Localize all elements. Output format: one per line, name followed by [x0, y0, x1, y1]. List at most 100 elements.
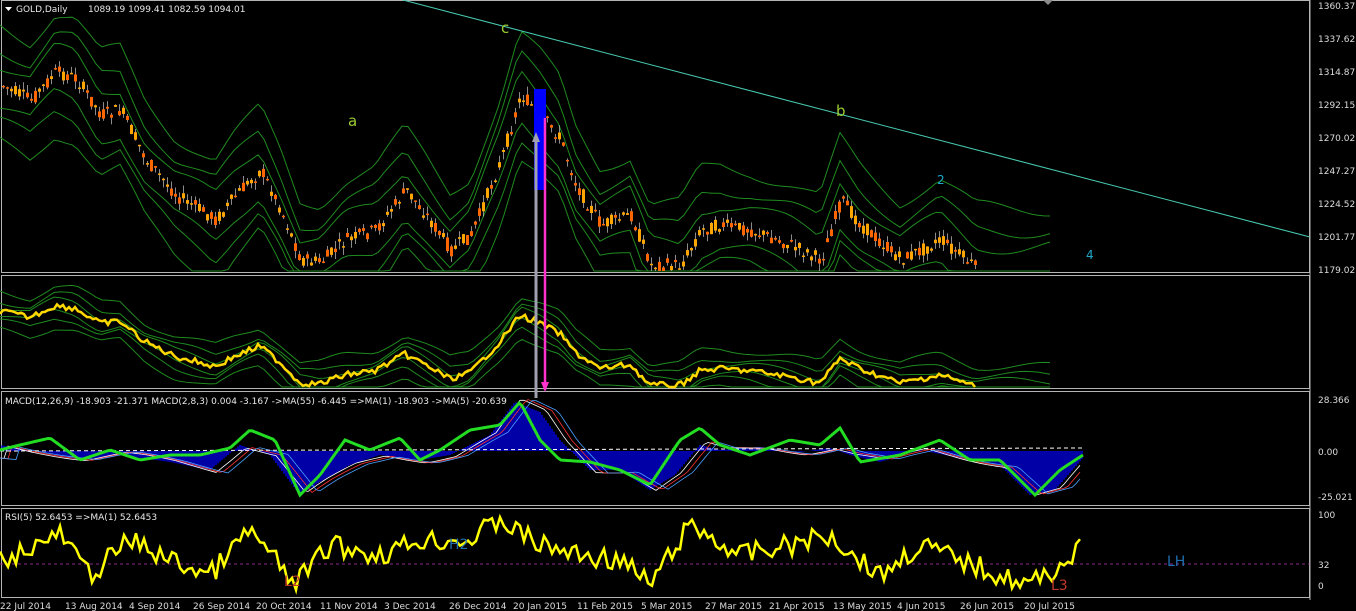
price-tick: 1247.27 — [1318, 167, 1355, 177]
candle-body — [822, 258, 825, 261]
triangle-down-icon[interactable] — [5, 7, 12, 11]
candle-body — [290, 233, 293, 237]
candle-body — [26, 92, 29, 98]
candle-body — [118, 111, 121, 116]
date-tick: 26 Dec 2014 — [449, 602, 507, 611]
rsi-panel-frame — [1, 508, 1310, 598]
candle-body — [602, 223, 605, 226]
candle-body — [214, 216, 217, 226]
candle-body — [82, 81, 85, 90]
candle-body — [826, 238, 829, 243]
candle-body — [562, 142, 565, 146]
envelope-band — [0, 88, 1050, 272]
date-tick: 20 Jan 2015 — [513, 602, 567, 611]
candle-body — [862, 225, 865, 234]
candle-body — [66, 74, 69, 81]
price-tick: 1337.62 — [1318, 35, 1355, 45]
candle-body — [58, 66, 61, 72]
date-tick: 11 Feb 2015 — [577, 602, 633, 611]
candle-body — [706, 231, 709, 235]
candle-body — [10, 88, 13, 92]
macd-tick: 0.00 — [1318, 448, 1338, 458]
wave-label-b: b — [836, 102, 846, 120]
candle-body — [130, 124, 133, 135]
price-axis[interactable]: 1360.37 1337.62 1314.87 1292.15 1270.02 … — [1309, 0, 1355, 600]
date-axis[interactable]: 22 Jul 2014 13 Aug 2014 4 Sep 2014 26 Se… — [0, 602, 1075, 611]
candle-body — [422, 215, 425, 218]
candle-body — [690, 248, 693, 251]
candle-body — [342, 246, 345, 248]
candle-body — [858, 223, 861, 228]
macd-tick: 28.366 — [1318, 396, 1350, 406]
candle-body — [442, 233, 445, 238]
candle-body — [370, 225, 373, 228]
candle-body — [166, 184, 169, 187]
candle-body — [502, 149, 505, 152]
candle-body — [970, 259, 973, 262]
candle-body — [446, 237, 449, 252]
date-tick: 11 Nov 2014 — [320, 602, 378, 611]
candle-body — [546, 116, 549, 118]
candle-body — [258, 170, 261, 177]
candle-body — [698, 230, 701, 236]
candle-body — [746, 228, 749, 233]
candle-body — [338, 239, 341, 242]
candle-body — [726, 219, 729, 223]
candle-body — [326, 249, 329, 257]
candle-body — [626, 213, 629, 215]
candle-body — [786, 244, 789, 249]
candle-body — [146, 163, 149, 165]
chart-header: GOLD,Daily 1089.19 1099.41 1082.59 1094.… — [5, 5, 245, 15]
ohlc-label: 1089.19 1099.41 1082.59 1094.01 — [88, 5, 245, 15]
candle-body — [574, 183, 577, 186]
candle-body — [230, 194, 233, 199]
candle-body — [738, 222, 741, 230]
candle-body — [394, 199, 397, 205]
smoothed-price-line — [0, 302, 976, 389]
candle-body — [198, 203, 201, 212]
candle-body — [106, 106, 109, 109]
candle-body — [406, 188, 409, 190]
chart-canvas[interactable]: GOLD,Daily 1089.19 1099.41 1082.59 1094.… — [0, 0, 1356, 611]
candle-body — [366, 233, 369, 240]
candle-body — [618, 219, 621, 221]
candle-body — [742, 225, 745, 236]
candle-body — [114, 105, 117, 107]
candle-body — [714, 219, 717, 231]
annotation-l2: L2 — [284, 574, 301, 590]
candle-body — [162, 178, 165, 181]
candle-body — [306, 254, 309, 259]
candle-body — [498, 162, 501, 168]
price-tick: 1314.87 — [1318, 68, 1355, 78]
scroll-marker-icon[interactable] — [1043, 0, 1053, 5]
candle-body — [286, 228, 289, 230]
price-tick: 1270.02 — [1318, 134, 1355, 144]
smoothed-envelope — [0, 318, 1050, 388]
candle-body — [322, 261, 325, 263]
annotation-lh: LH — [1167, 554, 1185, 570]
candle-body — [274, 194, 277, 200]
candle-body — [42, 84, 45, 86]
candle-body — [722, 222, 725, 228]
candle-body — [638, 229, 641, 242]
date-tick: 21 Apr 2015 — [769, 602, 825, 611]
candle-body — [470, 231, 473, 236]
candle-body — [914, 248, 917, 251]
date-tick: 27 Mar 2015 — [705, 602, 762, 611]
candle-body — [886, 242, 889, 252]
candle-body — [802, 255, 805, 258]
rsi-line — [0, 513, 1081, 595]
candle-body — [150, 159, 153, 172]
date-tick: 20 Jul 2015 — [1024, 602, 1075, 611]
candle-body — [210, 212, 213, 219]
candle-body — [386, 211, 389, 215]
annotation-l3: L3 — [1051, 578, 1068, 594]
rsi-label: RSI(5) 52.6453 =>MA(1) 52.6453 — [5, 513, 157, 523]
candle-body — [686, 250, 689, 256]
candle-body — [238, 188, 241, 191]
candle-body — [362, 228, 365, 231]
candle-body — [378, 223, 381, 231]
candle-body — [234, 195, 237, 198]
macd-chart — [0, 399, 1084, 498]
candle-body — [958, 249, 961, 255]
